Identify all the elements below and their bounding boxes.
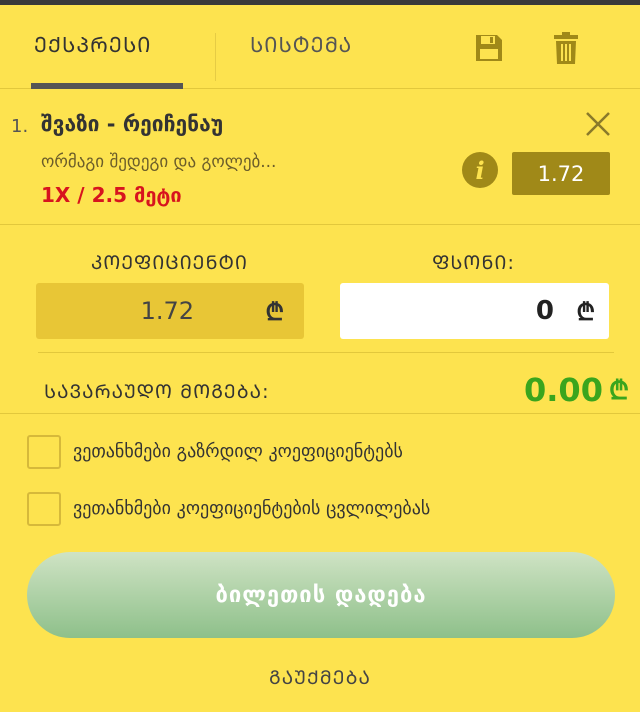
divider: [0, 413, 640, 414]
bet-index: 1.: [11, 116, 29, 137]
info-icon[interactable]: i: [462, 152, 498, 188]
stake-label: ᲤᲡᲝᲜᲘ:: [432, 252, 515, 274]
possible-win-label: ᲡᲐᲕᲐᲠᲐᲣᲓᲝ ᲛᲝᲒᲔᲑᲐ:: [44, 381, 270, 403]
accept-increased-odds-label: ვეთანხმები გაზრდილ კოეფიციენტებს: [73, 441, 403, 462]
bet-market: ორმაგი შედეგი და გოლებ...: [41, 152, 277, 172]
accept-odds-change-label: ვეთანხმები კოეფიციენტების ცვლილებას: [73, 498, 431, 519]
trash-icon[interactable]: [549, 31, 583, 65]
accept-odds-change-option[interactable]: ვეთანხმები კოეფიციენტების ცვლილებას: [27, 492, 617, 528]
active-tab-indicator: [31, 83, 183, 89]
stake-input[interactable]: [340, 283, 554, 339]
coefficient-value: 1.72: [140, 297, 194, 325]
lari-icon: ₾: [265, 298, 284, 326]
bet-odd-badge: 1.72: [512, 152, 610, 195]
coefficient-label: ᲙᲝᲔᲤᲘᲪᲘᲔᲜᲢᲘ: [91, 252, 249, 274]
accept-odds-change-checkbox[interactable]: [27, 492, 61, 526]
possible-win-value: 0.00: [524, 371, 603, 409]
divider: [38, 352, 614, 353]
place-bet-button[interactable]: ბილეთის დადება: [27, 552, 615, 638]
accept-increased-odds-option[interactable]: ვეთანხმები გაზრდილ კოეფიციენტებს: [27, 435, 617, 471]
close-icon[interactable]: [584, 110, 612, 138]
betslip-tabs: ᲔᲥᲡᲞᲠᲔᲡᲘ ᲡᲘᲡᲢᲔᲛᲐ: [0, 5, 640, 89]
cancel-button[interactable]: ᲒᲐᲣᲥᲛᲔᲑᲐ: [0, 664, 640, 690]
lari-icon: ₾: [609, 376, 630, 406]
tab-system[interactable]: ᲡᲘᲡᲢᲔᲛᲐ: [250, 31, 352, 59]
save-icon[interactable]: [472, 31, 506, 65]
tab-express[interactable]: ᲔᲥᲡᲞᲠᲔᲡᲘ: [34, 31, 151, 59]
lari-icon: ₾: [576, 298, 595, 326]
stake-field[interactable]: ₾: [340, 283, 609, 339]
bet-pick: 1X / 2.5 მეტი: [41, 183, 182, 207]
bet-teams: შვაზი - რეიჩენაუ: [41, 112, 224, 136]
accept-increased-odds-checkbox[interactable]: [27, 435, 61, 469]
tab-divider: [215, 33, 216, 81]
coefficient-display: 1.72 ₾: [36, 283, 304, 339]
